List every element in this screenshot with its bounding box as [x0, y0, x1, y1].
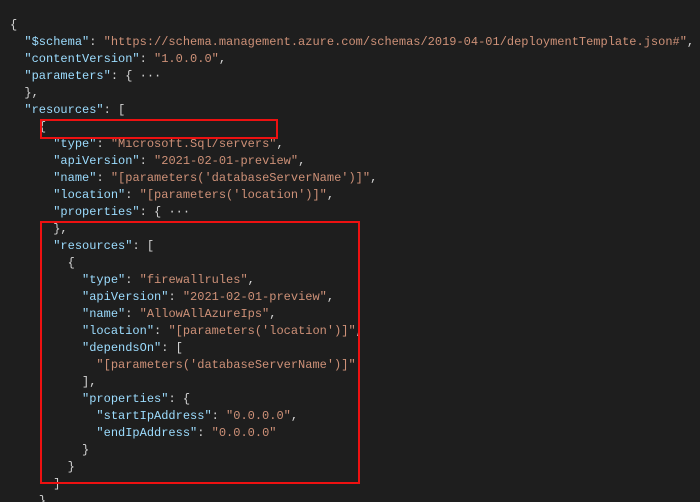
- brace: }: [68, 460, 75, 474]
- json-value: "[parameters('databaseServerName')]": [96, 358, 355, 372]
- bracket: ]: [53, 477, 60, 491]
- json-key: "name": [53, 171, 96, 185]
- json-value: "[parameters('databaseServerName')]": [111, 171, 370, 185]
- json-value: "firewallrules": [140, 273, 248, 287]
- json-key: "dependsOn": [82, 341, 161, 355]
- json-key: "type": [82, 273, 125, 287]
- json-key: "properties": [53, 205, 139, 219]
- fold-dots-icon[interactable]: ···: [161, 205, 190, 219]
- json-value: "0.0.0.0": [226, 409, 291, 423]
- json-key: "contentVersion": [24, 52, 139, 66]
- brace: {: [10, 18, 17, 32]
- json-value: "2021-02-01-preview": [183, 290, 327, 304]
- json-key: "endIpAddress": [96, 426, 197, 440]
- json-value: "AllowAllAzureIps": [140, 307, 270, 321]
- json-value: "2021-02-01-preview": [154, 154, 298, 168]
- json-key: "resources": [24, 103, 103, 117]
- json-value: "https://schema.management.azure.com/sch…: [104, 35, 687, 49]
- json-key: "apiVersion": [53, 154, 139, 168]
- brace: },: [24, 86, 38, 100]
- brace: {: [39, 120, 46, 134]
- json-value: "1.0.0.0": [154, 52, 219, 66]
- json-value: "0.0.0.0": [212, 426, 277, 440]
- brace: {: [68, 256, 75, 270]
- json-key: "name": [82, 307, 125, 321]
- json-value: "[parameters('location')]": [168, 324, 355, 338]
- json-key: "startIpAddress": [96, 409, 211, 423]
- json-key: "parameters": [24, 69, 110, 83]
- brace: },: [39, 494, 53, 502]
- brace: },: [53, 222, 67, 236]
- json-key: "apiVersion": [82, 290, 168, 304]
- json-key: "location": [82, 324, 154, 338]
- json-value: "Microsoft.Sql/servers": [111, 137, 277, 151]
- bracket: ],: [82, 375, 96, 389]
- json-key: "properties": [82, 392, 168, 406]
- code-editor[interactable]: { "$schema": "https://schema.management.…: [0, 0, 700, 502]
- json-key: "location": [53, 188, 125, 202]
- brace: }: [82, 443, 89, 457]
- json-value: "[parameters('location')]": [140, 188, 327, 202]
- json-key: "type": [53, 137, 96, 151]
- fold-dots-icon[interactable]: ···: [132, 69, 161, 83]
- json-key: "$schema": [24, 35, 89, 49]
- json-key: "resources": [53, 239, 132, 253]
